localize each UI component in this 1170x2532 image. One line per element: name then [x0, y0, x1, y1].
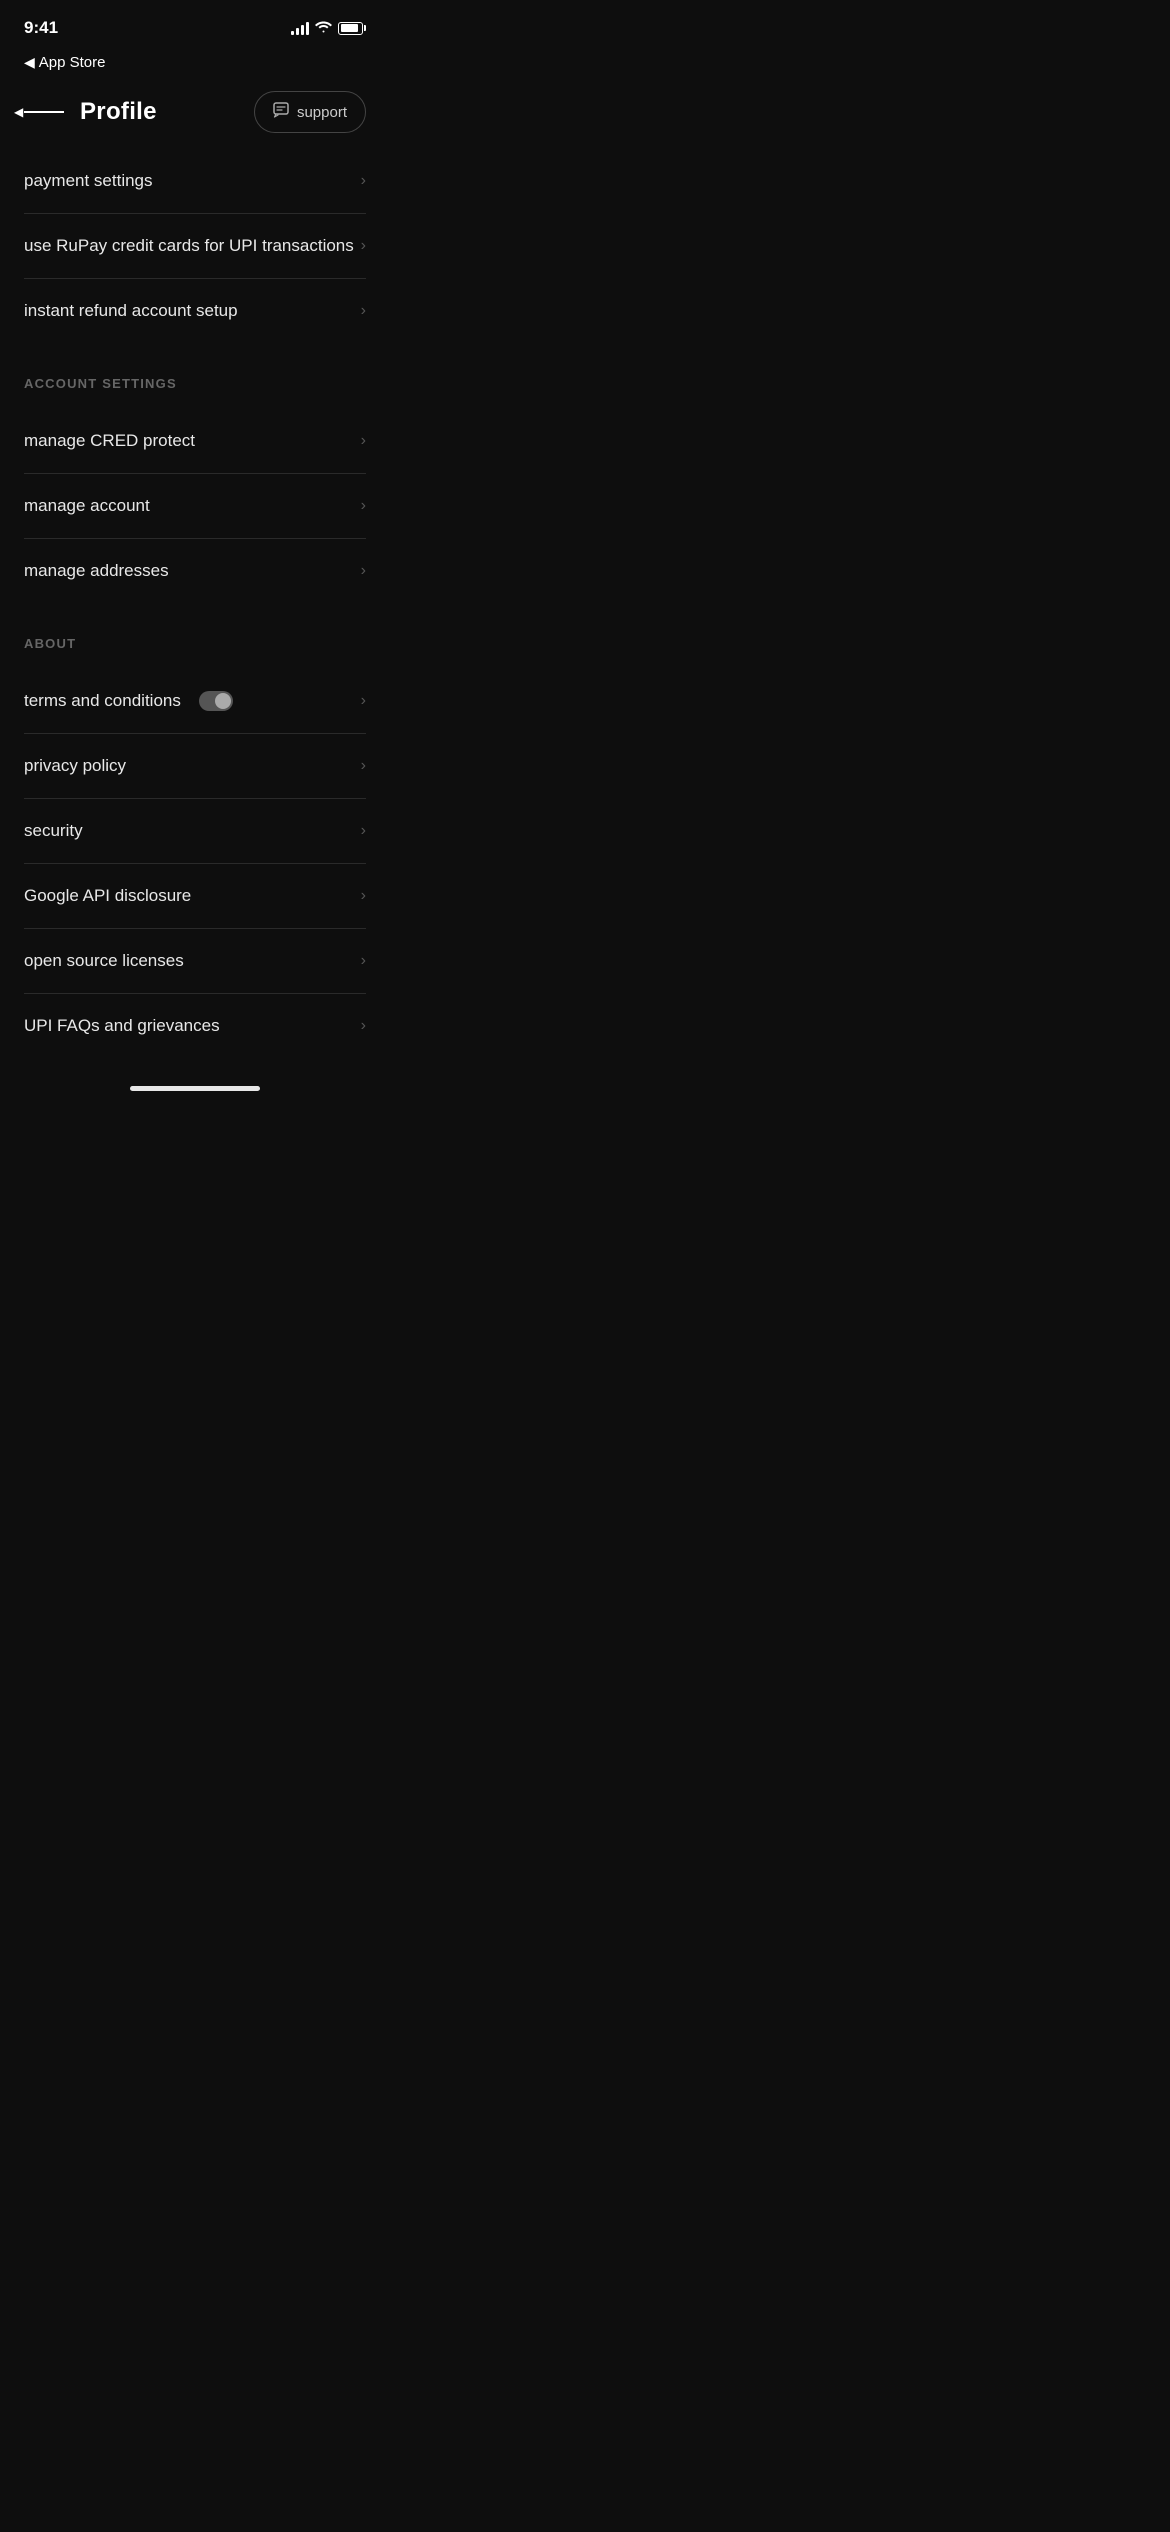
- chevron-right-icon: ›: [361, 822, 366, 840]
- chevron-right-icon: ›: [361, 302, 366, 320]
- menu-item-terms[interactable]: terms and conditions ›: [24, 669, 366, 734]
- status-bar: 9:41: [0, 0, 390, 50]
- menu-item-label: instant refund account setup: [24, 301, 238, 321]
- account-settings-section-header: ACCOUNT SETTINGS: [0, 343, 390, 409]
- menu-item-privacy[interactable]: privacy policy ›: [24, 734, 366, 799]
- menu-item-label: manage account: [24, 496, 150, 516]
- page-title: Profile: [80, 98, 157, 126]
- header-left: Profile: [24, 98, 157, 126]
- chevron-right-icon: ›: [361, 237, 366, 255]
- app-store-label: App Store: [39, 54, 106, 71]
- chevron-right-icon: ›: [361, 757, 366, 775]
- app-store-back-arrow: ◀: [24, 54, 35, 71]
- menu-item-label: payment settings: [24, 171, 153, 191]
- chevron-right-icon: ›: [361, 432, 366, 450]
- status-icons: [291, 20, 366, 36]
- menu-item-google-api[interactable]: Google API disclosure ›: [24, 864, 366, 929]
- menu-item-payment-settings[interactable]: payment settings ›: [24, 149, 366, 214]
- about-title: ABOUT: [24, 636, 76, 651]
- terms-toggle[interactable]: [199, 691, 233, 711]
- menu-item-upi-faqs[interactable]: UPI FAQs and grievances ›: [24, 994, 366, 1058]
- menu-item-manage-addresses[interactable]: manage addresses ›: [24, 539, 366, 603]
- toggle-knob: [215, 693, 231, 709]
- chat-icon: [273, 102, 289, 122]
- about-section-header: ABOUT: [0, 603, 390, 669]
- menu-item-label: open source licenses: [24, 951, 184, 971]
- page-header: Profile support: [0, 79, 390, 149]
- back-arrow-icon: [24, 111, 64, 113]
- account-settings-title: ACCOUNT SETTINGS: [24, 376, 177, 391]
- wifi-icon: [315, 20, 332, 36]
- chevron-right-icon: ›: [361, 952, 366, 970]
- chevron-right-icon: ›: [361, 562, 366, 580]
- menu-item-rupay-credit[interactable]: use RuPay credit cards for UPI transacti…: [24, 214, 366, 279]
- app-store-back[interactable]: ◀ App Store: [0, 50, 390, 79]
- support-label: support: [297, 104, 347, 121]
- menu-item-cred-protect[interactable]: manage CRED protect ›: [24, 409, 366, 474]
- menu-item-manage-account[interactable]: manage account ›: [24, 474, 366, 539]
- menu-item-label: use RuPay credit cards for UPI transacti…: [24, 236, 354, 256]
- chevron-right-icon: ›: [361, 887, 366, 905]
- menu-item-label: manage CRED protect: [24, 431, 195, 451]
- back-button[interactable]: [24, 111, 64, 113]
- menu-item-label: security: [24, 821, 83, 841]
- home-indicator: [0, 1074, 390, 1099]
- chevron-right-icon: ›: [361, 497, 366, 515]
- menu-item-security[interactable]: security ›: [24, 799, 366, 864]
- menu-item-open-source[interactable]: open source licenses ›: [24, 929, 366, 994]
- about-menu-list: terms and conditions › privacy policy › …: [0, 669, 390, 1058]
- menu-item-label: manage addresses: [24, 561, 169, 581]
- menu-item-label: UPI FAQs and grievances: [24, 1016, 220, 1036]
- chevron-right-icon: ›: [361, 692, 366, 710]
- signal-icon: [291, 21, 309, 35]
- menu-item-instant-refund[interactable]: instant refund account setup ›: [24, 279, 366, 343]
- home-bar: [130, 1086, 260, 1091]
- status-time: 9:41: [24, 18, 58, 38]
- chevron-right-icon: ›: [361, 172, 366, 190]
- menu-item-label: Google API disclosure: [24, 886, 191, 906]
- menu-item-label: privacy policy: [24, 756, 126, 776]
- payment-menu-list: payment settings › use RuPay credit card…: [0, 149, 390, 343]
- menu-item-label: terms and conditions: [24, 691, 233, 711]
- battery-icon: [338, 22, 366, 35]
- chevron-right-icon: ›: [361, 1017, 366, 1035]
- account-menu-list: manage CRED protect › manage account › m…: [0, 409, 390, 603]
- support-button[interactable]: support: [254, 91, 366, 133]
